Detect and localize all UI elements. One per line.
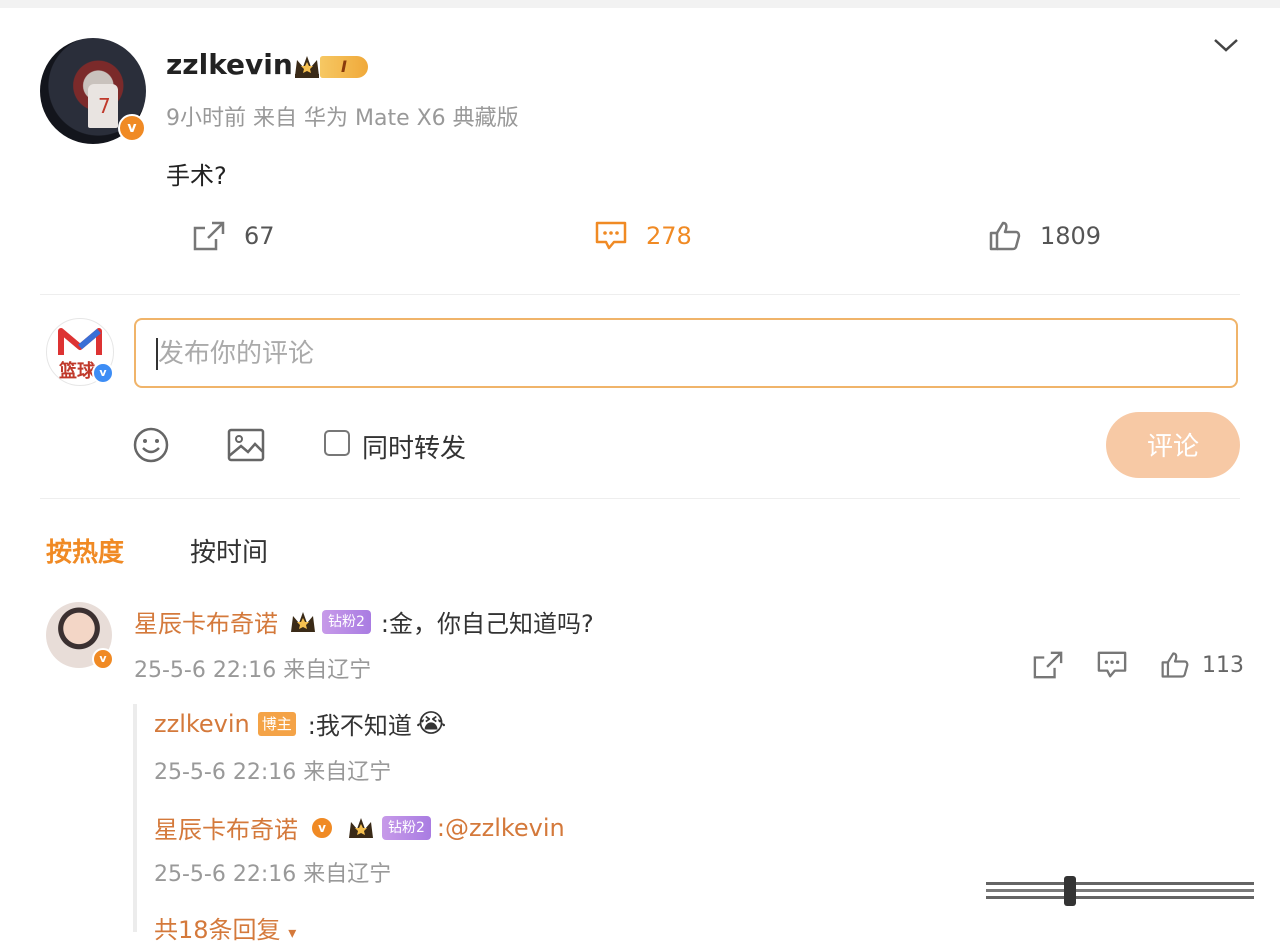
comment-text: :金，你自己知道吗? <box>380 610 594 638</box>
verified-icon: v <box>310 815 334 840</box>
like-button[interactable]: 1809 <box>988 216 1101 256</box>
emoji-button[interactable] <box>132 426 170 464</box>
comment-like-button[interactable]: 113 <box>1160 650 1244 680</box>
chevron-down-icon[interactable] <box>1212 36 1240 54</box>
comment-input-box[interactable] <box>134 318 1260 388</box>
post-time: 9小时前 <box>166 106 246 131</box>
comment-header: 星辰卡布奇诺 钻粉2 :金，你自己知道吗? <box>134 604 594 639</box>
reply-text[interactable]: :@zzlkevin <box>437 814 565 842</box>
post-meta: 9小时前 来自 华为 Mate X6 典藏版 <box>166 100 519 132</box>
comment-icon <box>1097 651 1127 678</box>
reply-author-name[interactable]: zzlkevin <box>154 710 250 738</box>
verified-icon: v <box>92 648 114 670</box>
repost-count: 67 <box>244 222 275 250</box>
comment-like-count: 113 <box>1202 652 1244 678</box>
smiley-icon <box>133 427 169 463</box>
repost-icon <box>193 221 225 251</box>
reply-text: :我不知道 <box>307 712 412 740</box>
image-icon <box>227 428 265 462</box>
reply-thread-bar <box>133 704 137 932</box>
repost-icon <box>1033 651 1063 679</box>
like-count: 1809 <box>1040 222 1102 250</box>
reply-item: 星辰卡布奇诺 v 钻粉2 :@zzlkevin <box>154 810 565 845</box>
thumbs-up-icon <box>989 221 1021 251</box>
crown-icon <box>291 611 315 632</box>
scroll-indicator-icon[interactable] <box>986 876 1254 906</box>
reply-item: zzlkevin 博主 :我不知道 😭 <box>154 706 446 741</box>
verified-icon: v <box>92 362 114 384</box>
comment-count: 278 <box>646 222 692 250</box>
repost-button[interactable]: 67 <box>192 216 275 256</box>
reply-author-name[interactable]: 星辰卡布奇诺 <box>154 810 298 845</box>
comment-icon <box>595 221 627 250</box>
level-badge: I <box>320 56 368 78</box>
crown-icon <box>349 817 373 838</box>
comment-reply-button[interactable] <box>1096 650 1128 680</box>
more-replies-label: 共18条回复 <box>154 916 281 944</box>
fan-badge: 钻粉2 <box>322 609 371 634</box>
text-caret <box>156 338 158 370</box>
more-replies-link[interactable]: 共18条回复 ▾ <box>154 910 296 945</box>
avatar-jersey-number: 7 <box>98 94 111 118</box>
comment-button[interactable]: 278 <box>594 216 692 256</box>
submit-comment-button[interactable]: 评论 <box>1106 412 1240 478</box>
divider <box>40 498 1240 499</box>
verified-icon: v <box>118 114 146 142</box>
post-source: 来自 华为 Mate X6 典藏版 <box>253 106 519 131</box>
commenter-name[interactable]: 星辰卡布奇诺 <box>134 604 278 639</box>
comment-meta: 25-5-6 22:16 来自辽宁 <box>134 658 372 683</box>
post-text: 手术? <box>166 162 227 190</box>
reply-meta: 25-5-6 22:16 来自辽宁 <box>154 862 392 887</box>
tab-sort-hot[interactable]: 按热度 <box>46 532 124 569</box>
image-button[interactable] <box>226 426 266 464</box>
tab-sort-time[interactable]: 按时间 <box>190 532 268 569</box>
repost-checkbox-label: 同时转发 <box>362 434 467 464</box>
top-separator <box>0 0 1280 8</box>
fan-badge: 钻粉2 <box>382 815 431 840</box>
divider <box>40 294 1240 295</box>
logo-text: 篮球 <box>59 361 95 382</box>
crown-icon <box>295 56 319 78</box>
comment-input[interactable] <box>136 320 1260 388</box>
caret-down-icon: ▾ <box>288 923 297 942</box>
repost-checkbox[interactable] <box>324 430 350 456</box>
author-name[interactable]: zzlkevin <box>166 48 293 81</box>
thumbs-up-icon <box>1161 652 1189 678</box>
comment-repost-button[interactable] <box>1032 650 1064 680</box>
reply-meta: 25-5-6 22:16 来自辽宁 <box>154 760 392 785</box>
crying-emoji-icon: 😭 <box>415 708 447 739</box>
author-badge: 博主 <box>257 711 296 736</box>
